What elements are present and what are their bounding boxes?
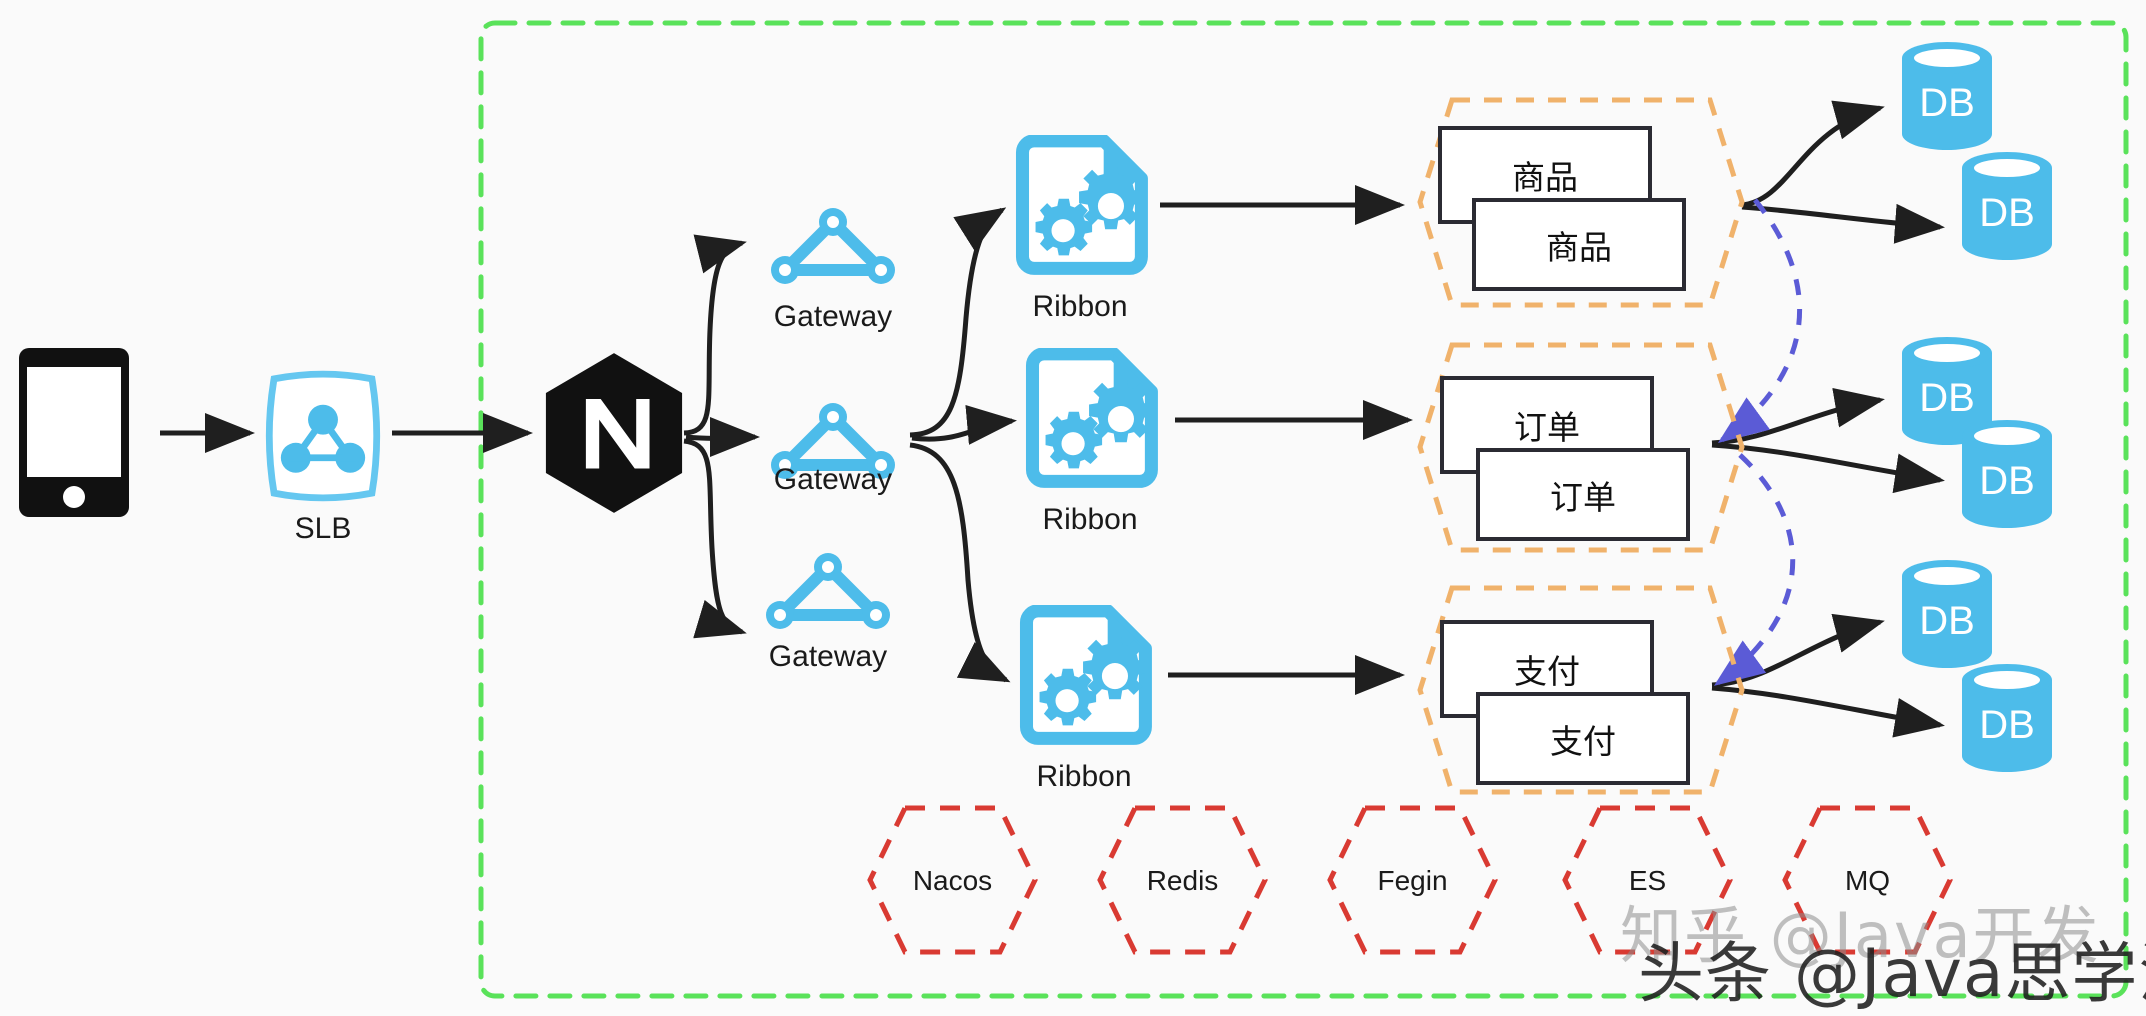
- ribbon-document-gears-icon: [1015, 134, 1148, 275]
- edge-product-to-db-2: [1741, 203, 1945, 244]
- database-node-6[interactable]: DB: [1958, 662, 2056, 774]
- database-label-4: DB: [1979, 459, 2035, 503]
- database-cylinder-icon: DB: [1962, 420, 2052, 528]
- gateway-node-1[interactable]: [763, 200, 903, 290]
- service-instance-payment-front[interactable]: 支付: [1476, 692, 1690, 785]
- database-node-4[interactable]: DB: [1958, 418, 2056, 530]
- infra-label-nacos[interactable]: Nacos: [870, 865, 1035, 897]
- gateway-triangle-icon: [766, 553, 890, 629]
- mobile-phone-icon: [19, 348, 129, 517]
- database-label-5: DB: [1919, 599, 1975, 643]
- load-balancer-icon: [265, 370, 381, 502]
- database-cylinder-icon: DB: [1902, 42, 1992, 150]
- edge-product-to-db-1: [1741, 100, 1885, 208]
- service-instance-order-front[interactable]: 订单: [1476, 448, 1690, 541]
- infra-label-es[interactable]: ES: [1565, 865, 1730, 897]
- boundary-dashed-rect: [478, 20, 2129, 999]
- database-node-5[interactable]: DB: [1898, 558, 1996, 670]
- nginx-hexagon-logo: [545, 353, 683, 513]
- edge-payment-to-db-5: [1711, 613, 1885, 688]
- service-instance-product-front[interactable]: 商品: [1472, 198, 1686, 291]
- edge-nginx-to-gateway-2: [685, 417, 760, 458]
- ribbon-node-1[interactable]: [1008, 134, 1153, 280]
- database-node-1[interactable]: DB: [1898, 40, 1996, 152]
- slb-label: SLB: [294, 512, 352, 545]
- database-node-2[interactable]: DB: [1958, 150, 2056, 262]
- client-device[interactable]: [16, 345, 132, 520]
- database-cylinder-icon: DB: [1962, 664, 2052, 772]
- infra-label-fegin[interactable]: Fegin: [1330, 865, 1495, 897]
- ribbon-label-2: Ribbon: [1042, 503, 1138, 536]
- gateway-label-2: Gateway: [773, 463, 893, 496]
- gateway-node-3[interactable]: [758, 545, 898, 635]
- ribbon-label-1: Ribbon: [1032, 290, 1128, 323]
- database-label-2: DB: [1979, 191, 2035, 235]
- ribbon-label-3: Ribbon: [1036, 760, 1132, 793]
- gateway-label-1: Gateway: [773, 300, 893, 333]
- database-cylinder-icon: DB: [1962, 152, 2052, 260]
- infra-label-redis[interactable]: Redis: [1100, 865, 1265, 897]
- database-label-6: DB: [1979, 703, 2035, 747]
- edge-payment-to-db-6: [1711, 685, 1945, 738]
- gateway-triangle-icon: [771, 208, 895, 284]
- architecture-diagram-canvas: SLB Gateway Gateway Gateway Ribbon Ribbo…: [0, 0, 2146, 1012]
- ribbon-node-2[interactable]: [1018, 347, 1163, 493]
- edge-nginx-to-gateway-1: [683, 234, 747, 436]
- gateway-label-3: Gateway: [768, 640, 888, 673]
- slb-node[interactable]: [255, 368, 391, 504]
- database-cylinder-icon: DB: [1902, 560, 1992, 668]
- ribbon-node-3[interactable]: [1012, 604, 1157, 750]
- database-label-3: DB: [1919, 376, 1975, 420]
- ribbon-document-gears-icon: [1019, 604, 1152, 745]
- database-label-1: DB: [1919, 81, 1975, 125]
- infra-label-mq[interactable]: MQ: [1785, 865, 1950, 897]
- nginx-node[interactable]: [540, 350, 688, 516]
- ribbon-document-gears-icon: [1025, 347, 1158, 488]
